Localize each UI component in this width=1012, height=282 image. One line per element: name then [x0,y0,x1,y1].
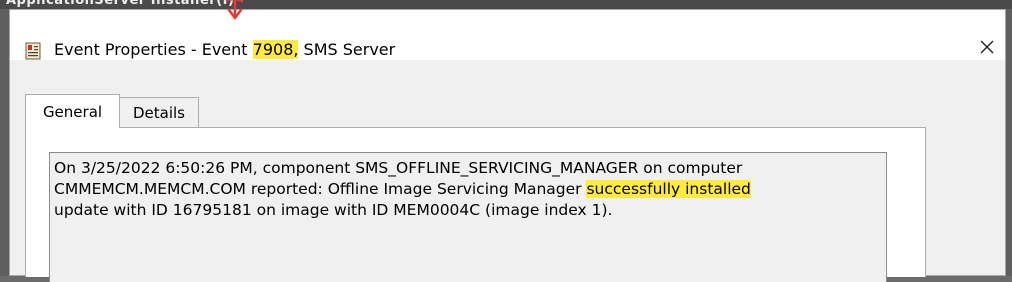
close-button[interactable] [976,38,998,60]
title-suffix: SMS Server [298,40,396,59]
event-log-icon [25,42,41,60]
message-line-2-text: CMMEMCM.MEMCM.COM reported: Offline Imag… [54,180,587,198]
success-highlight: successfully installed [586,180,751,198]
background-window-titlebar: ApplicationServer Installer(I) [0,0,1012,9]
dialog-titlebar: Event Properties - Event 7908, SMS Serve… [10,10,1005,60]
background-window-left [0,9,9,276]
tab-general[interactable]: General [25,94,120,128]
message-line-2: CMMEMCM.MEMCM.COM reported: Offline Imag… [54,179,886,200]
message-line-1: On 3/25/2022 6:50:26 PM, component SMS_O… [54,159,743,177]
tab-details[interactable]: Details [120,97,199,127]
message-line-3: update with ID 16795181 on image with ID… [54,201,613,219]
general-tab-panel: On 3/25/2022 6:50:26 PM, component SMS_O… [25,127,926,282]
close-icon [979,39,995,59]
event-id-highlight: 7908, [252,40,299,59]
background-window-title: ApplicationServer Installer(I) [6,0,235,8]
dialog-title: Event Properties - Event 7908, SMS Serve… [54,40,395,59]
red-arrow-icon [221,0,249,22]
title-prefix: Event Properties - Event [54,40,253,59]
event-properties-dialog: Event Properties - Event 7908, SMS Serve… [9,9,1006,282]
event-message-textbox[interactable]: On 3/25/2022 6:50:26 PM, component SMS_O… [49,152,887,282]
background-window-right [1006,9,1012,276]
